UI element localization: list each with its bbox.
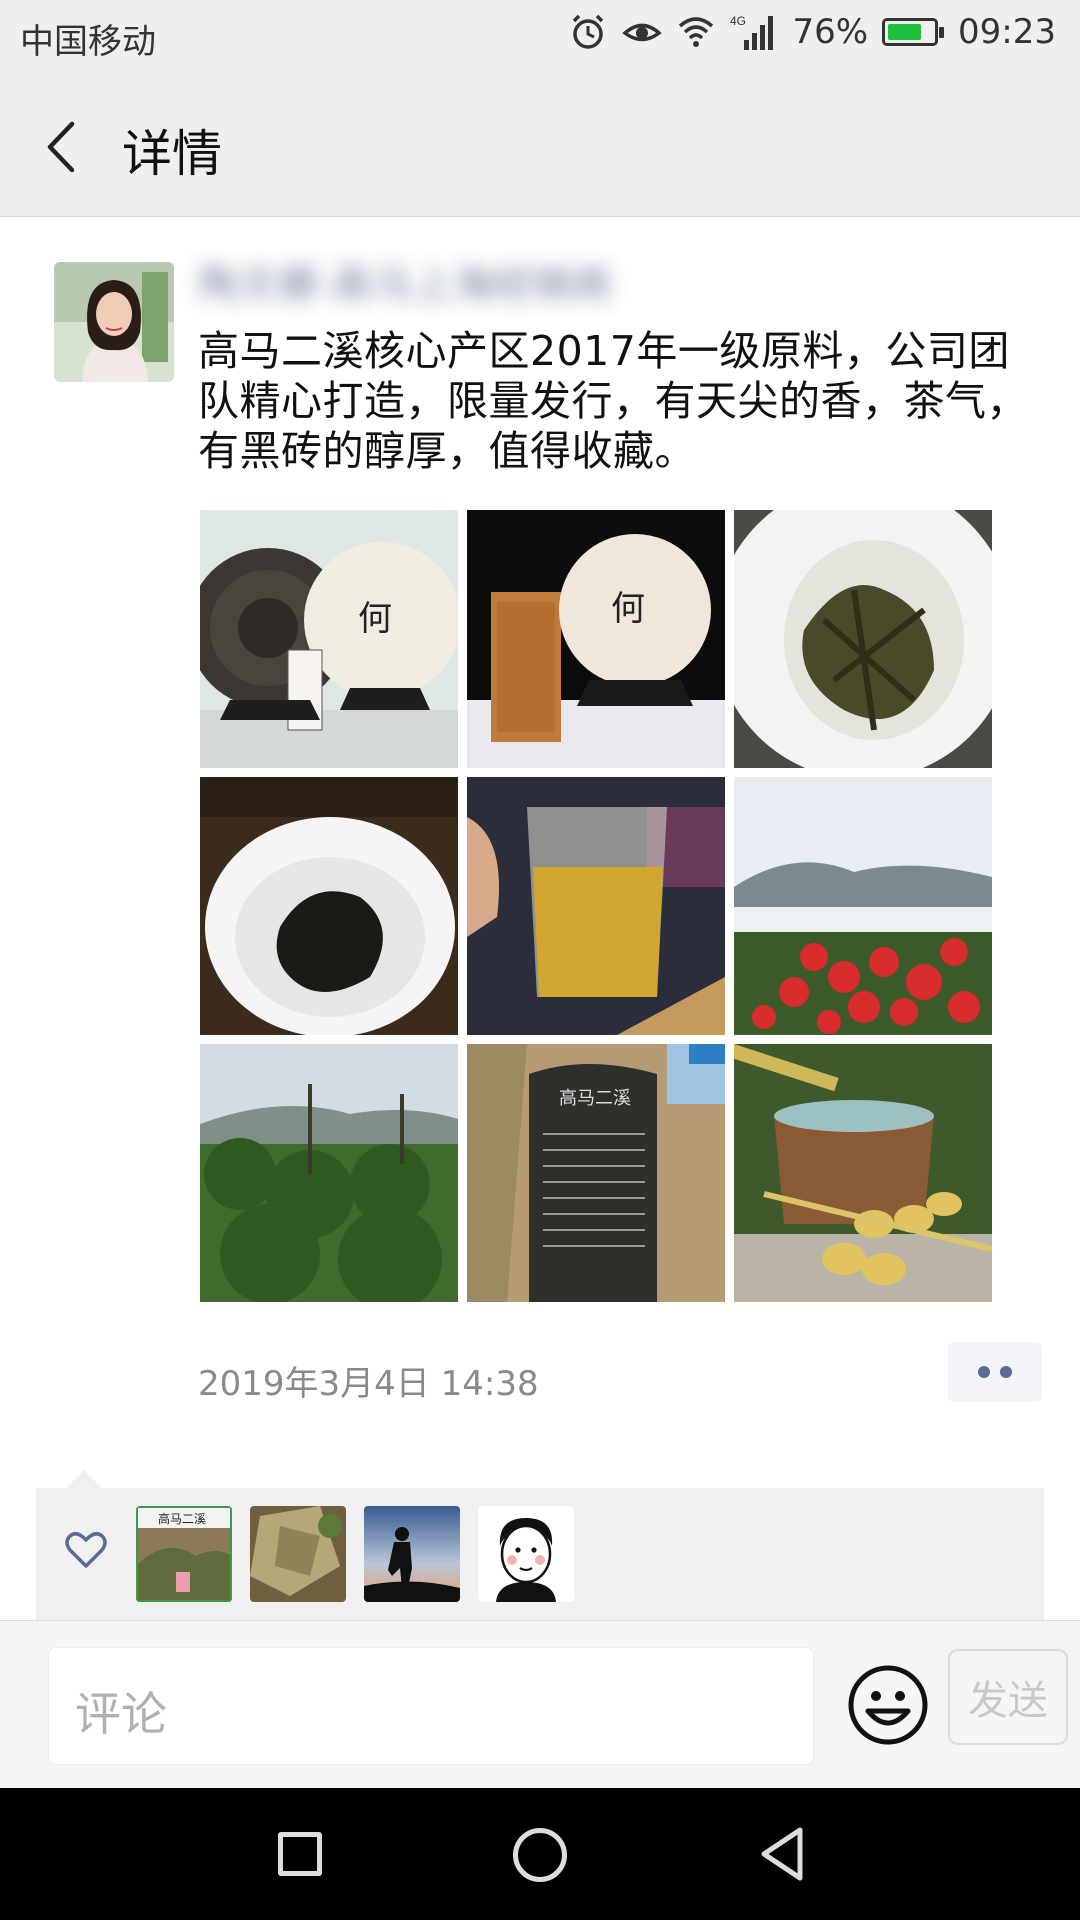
mountain-flowers-photo[interactable] <box>734 777 992 1035</box>
send-button[interactable]: 发送 <box>948 1649 1068 1745</box>
smiley-icon <box>848 1665 928 1745</box>
like-avatar-1-caption: 高马二溪 <box>158 1511 206 1526</box>
status-icons: 4G 76% 09:23 <box>568 12 1056 52</box>
comment-placeholder: 评论 <box>75 1687 167 1741</box>
bamboo-water-photo[interactable] <box>734 1044 992 1302</box>
like-avatar-2[interactable] <box>250 1506 346 1602</box>
emoji-button[interactable] <box>846 1663 930 1747</box>
tea-cake-package-photo[interactable]: 何 <box>200 510 458 768</box>
dot-icon <box>978 1366 990 1378</box>
page-title: 详情 <box>122 125 222 183</box>
status-bar: 中国移动 4G 76% 09:23 <box>0 0 1080 76</box>
tea-leaves-bowl-photo[interactable] <box>734 510 992 768</box>
battery-icon <box>882 18 945 46</box>
network-label: 4G <box>730 14 746 28</box>
eye-icon <box>622 23 663 42</box>
back-button[interactable] <box>30 112 100 182</box>
recents-button[interactable] <box>278 1832 322 1876</box>
forest-hills-photo[interactable] <box>200 1044 458 1302</box>
likes-caret <box>66 1470 102 1488</box>
dark-tea-bowl-photo[interactable] <box>200 777 458 1035</box>
post-text: 高马二溪核心产区2017年一级原料，公司团队精心打造，限量发行，有天尖的香，茶气… <box>198 327 1028 475</box>
like-avatar-4[interactable] <box>478 1506 574 1602</box>
likes-panel: 高马二溪 <box>36 1488 1044 1620</box>
home-button[interactable] <box>513 1828 567 1882</box>
svg-text:何: 何 <box>611 589 645 629</box>
clock: 09:23 <box>958 12 1056 52</box>
dot-icon <box>1000 1366 1012 1378</box>
like-avatar-3[interactable] <box>364 1506 460 1602</box>
author-name[interactable]: 陶文娜-高马上海经销商 <box>198 252 728 308</box>
nav-bar: 详情 <box>0 76 1080 217</box>
carrier-label: 中国移动 <box>20 22 156 62</box>
post-timestamp: 2019年3月4日 14:38 <box>198 1364 539 1404</box>
alarm-icon <box>573 14 604 49</box>
wifi-icon <box>679 17 714 47</box>
photo-grid: 何 何 高马二溪 <box>200 510 992 1302</box>
heart-icon <box>65 1532 107 1568</box>
comment-input[interactable]: 评论 <box>48 1647 814 1765</box>
author-avatar[interactable] <box>54 262 174 382</box>
more-actions-button[interactable] <box>948 1342 1042 1402</box>
comment-bar: 评论 发送 <box>0 1620 1080 1789</box>
tea-cake-tube-photo[interactable]: 何 <box>467 510 725 768</box>
battery-fill <box>888 24 922 40</box>
system-nav-bar <box>0 1788 1080 1920</box>
signal-icon: 4G <box>730 14 774 50</box>
like-avatar-1[interactable]: 高马二溪 <box>136 1506 232 1602</box>
stone-stele-photo[interactable]: 高马二溪 <box>467 1044 725 1302</box>
stele-title: 高马二溪 <box>559 1088 631 1109</box>
chevron-left-icon <box>47 121 75 173</box>
svg-text:何: 何 <box>358 599 392 639</box>
triangle-back-icon <box>761 1827 803 1881</box>
battery-percent: 76% <box>792 12 869 52</box>
tea-glass-pitcher-photo[interactable] <box>467 777 725 1035</box>
system-back-button[interactable] <box>756 1824 806 1884</box>
